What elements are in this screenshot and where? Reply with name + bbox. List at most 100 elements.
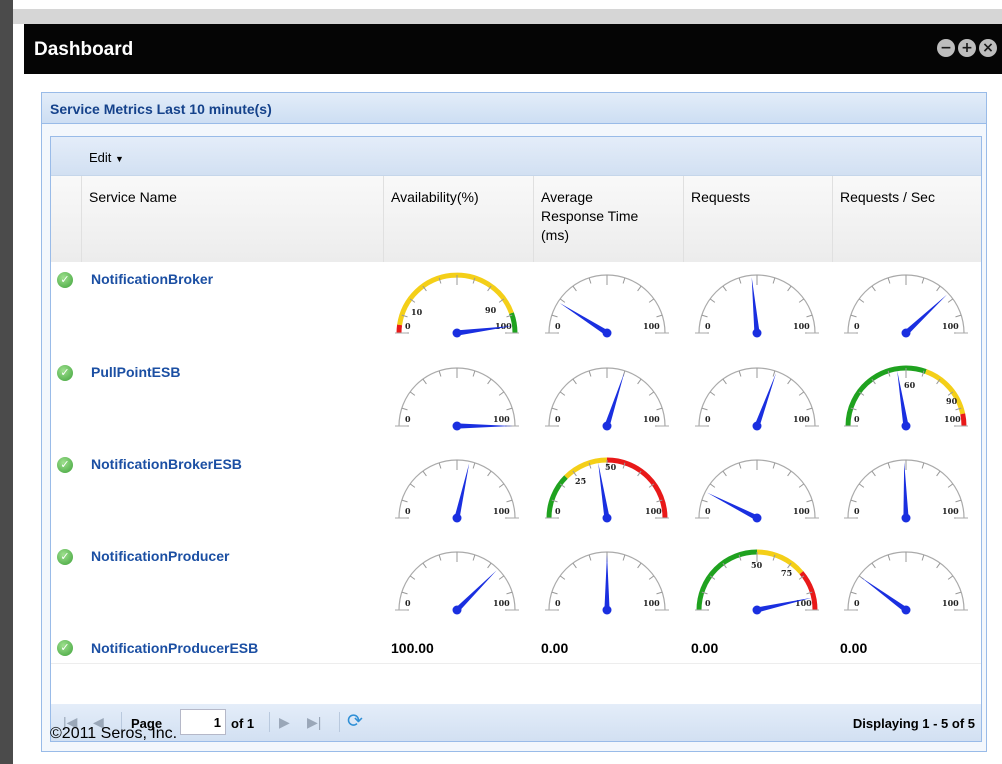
gauge-tick — [401, 591, 408, 595]
gauge-tick — [637, 285, 642, 292]
next-page-icon[interactable]: ▶ — [279, 714, 290, 731]
gauge-tick — [772, 462, 776, 469]
gauge-tick — [722, 470, 727, 477]
header-service-name[interactable]: Service Name — [81, 176, 384, 262]
gauge-needle-hub — [602, 513, 612, 523]
metric-gauge: 0 100 — [687, 454, 827, 539]
gauge-tick — [551, 407, 558, 411]
close-icon[interactable]: × — [979, 39, 997, 57]
gauge-tick — [871, 470, 876, 477]
gauge-tick — [772, 277, 776, 284]
metric-gauge: 0 10 90 100 — [387, 269, 527, 354]
last-page-icon[interactable]: ▶| — [307, 714, 321, 731]
metric-gauge: 0 100 — [387, 454, 527, 539]
gauge-color-band — [396, 324, 403, 334]
gauge-tick-label: 100 — [493, 414, 510, 424]
check-circle-icon: ✓ — [57, 365, 73, 381]
gauge-chart: 0 100 — [844, 274, 968, 338]
service-name-link[interactable]: NotificationProducer — [91, 548, 229, 564]
gauge-chart: 0 100 — [545, 367, 669, 431]
metric-gauge: 0 100 — [537, 546, 677, 631]
metric-gauge: 0 100 — [387, 546, 527, 631]
gauge-tick — [787, 470, 792, 477]
gauge-needle-hub — [452, 513, 462, 523]
metric-gauge: 0 100 — [836, 269, 976, 354]
edit-menu-button[interactable]: Edit ▼ — [89, 150, 124, 165]
gauge-tick — [498, 391, 505, 396]
gauge-tick — [936, 562, 941, 569]
service-name-link[interactable]: NotificationBrokerESB — [91, 456, 242, 472]
gauge-color-band — [924, 369, 966, 415]
maximize-icon[interactable]: + — [958, 39, 976, 57]
dashboard-window: Dashboard − + × Service Metrics Last 10 … — [24, 24, 1002, 764]
gauge-tick — [947, 575, 954, 580]
gauge-tick-label: 0 — [854, 598, 860, 608]
metric-value: 100.00 — [391, 640, 434, 656]
gauge-needle — [457, 423, 513, 429]
gauge-tick — [409, 391, 416, 396]
service-name-link[interactable]: NotificationBroker — [91, 271, 213, 287]
metrics-grid: Edit ▼ Service Name Availability(%) Aver… — [50, 136, 982, 705]
service-name-link[interactable]: NotificationProducerESB — [91, 640, 258, 656]
gauge-color-band — [397, 272, 514, 326]
gauge-needle-hub — [752, 605, 762, 615]
page-number-input[interactable] — [180, 709, 226, 735]
table-row[interactable]: ✓ NotificationBroker 0 10 90 100 0 100 0 100 0 100 — [51, 263, 981, 357]
grid-header-row: Service Name Availability(%) Average Res… — [51, 176, 981, 262]
panel-header: Service Metrics Last 10 minute(s) — [42, 93, 986, 124]
gauge-tick-label: 100 — [493, 598, 510, 608]
gauge-needle-hub — [901, 605, 911, 615]
gauge-tick — [921, 462, 925, 469]
header-requests[interactable]: Requests — [683, 176, 833, 262]
header-response-time[interactable]: Average Response Time (ms) — [533, 176, 684, 262]
minimize-icon[interactable]: − — [937, 39, 955, 57]
edit-label: Edit — [89, 150, 112, 165]
gauge-tick-label: 0 — [705, 506, 711, 516]
metric-gauge: 0 100 — [537, 362, 677, 447]
chevron-down-icon: ▼ — [115, 154, 124, 164]
paging-toolbar: |◀ ◀ Page of 1 ▶ ▶| ⟳ Displaying 1 - 5 o… — [50, 704, 982, 742]
header-requests-sec[interactable]: Requests / Sec — [832, 176, 981, 262]
gauge-chart: 0 100 — [695, 367, 819, 431]
gauge-tick — [637, 378, 642, 385]
metric-gauge: 0 25 50 100 — [537, 454, 677, 539]
header-service-name-label: Service Name — [89, 189, 177, 205]
gauge-tick-label: 100 — [643, 414, 660, 424]
gauge-tick — [472, 370, 476, 377]
gauge-tick — [871, 285, 876, 292]
window-title-bar[interactable]: Dashboard − + × — [24, 24, 1002, 74]
gauge-tick — [738, 277, 742, 284]
gauge-tick — [422, 378, 427, 385]
gauge-tick-label: 100 — [493, 506, 510, 516]
gauge-needle-hub — [901, 421, 911, 431]
gauge-tick — [409, 483, 416, 488]
service-name-link[interactable]: PullPointESB — [91, 364, 180, 380]
gauge-needle — [559, 303, 609, 336]
header-response-time-label: Average Response Time (ms) — [541, 188, 638, 245]
gauge-tick — [487, 378, 492, 385]
gauge-tick — [506, 499, 513, 503]
table-row[interactable]: ✓ PullPointESB 0 100 0 100 0 100 0 60 90 100 — [51, 356, 981, 449]
gauge-tick — [656, 314, 663, 318]
metric-gauge: 0 100 — [687, 362, 827, 447]
gauge-tick — [648, 575, 655, 580]
metric-value: 0.00 — [840, 640, 868, 656]
gauge-tick-label: 100 — [942, 598, 959, 608]
header-availability[interactable]: Availability(%) — [383, 176, 534, 262]
table-row[interactable]: ✓ NotificationProducerESB 100.00 0.00 0.00 0.… — [51, 633, 981, 664]
gauge-chart: 0 100 — [695, 459, 819, 523]
gauge-needle — [860, 577, 908, 613]
gauge-chart: 0 25 50 100 — [545, 457, 669, 523]
table-row[interactable]: ✓ NotificationBrokerESB 0 100 0 25 50 100 0 100 0 1… — [51, 448, 981, 541]
gauge-tick-label: 0 — [555, 506, 561, 516]
metric-value: 0.00 — [541, 640, 569, 656]
gauge-chart: 0 60 90 100 — [844, 365, 968, 431]
gauge-tick — [438, 462, 442, 469]
gauge-chart: 0 100 — [545, 551, 669, 615]
gauge-tick — [947, 483, 954, 488]
refresh-icon[interactable]: ⟳ — [347, 710, 363, 733]
gauge-tick — [806, 314, 813, 318]
table-row[interactable]: ✓ NotificationProducer 0 100 0 100 0 50 75 100 0 10… — [51, 540, 981, 634]
desktop-strip-left — [0, 0, 13, 764]
gauge-tick-label: 0 — [705, 414, 711, 424]
